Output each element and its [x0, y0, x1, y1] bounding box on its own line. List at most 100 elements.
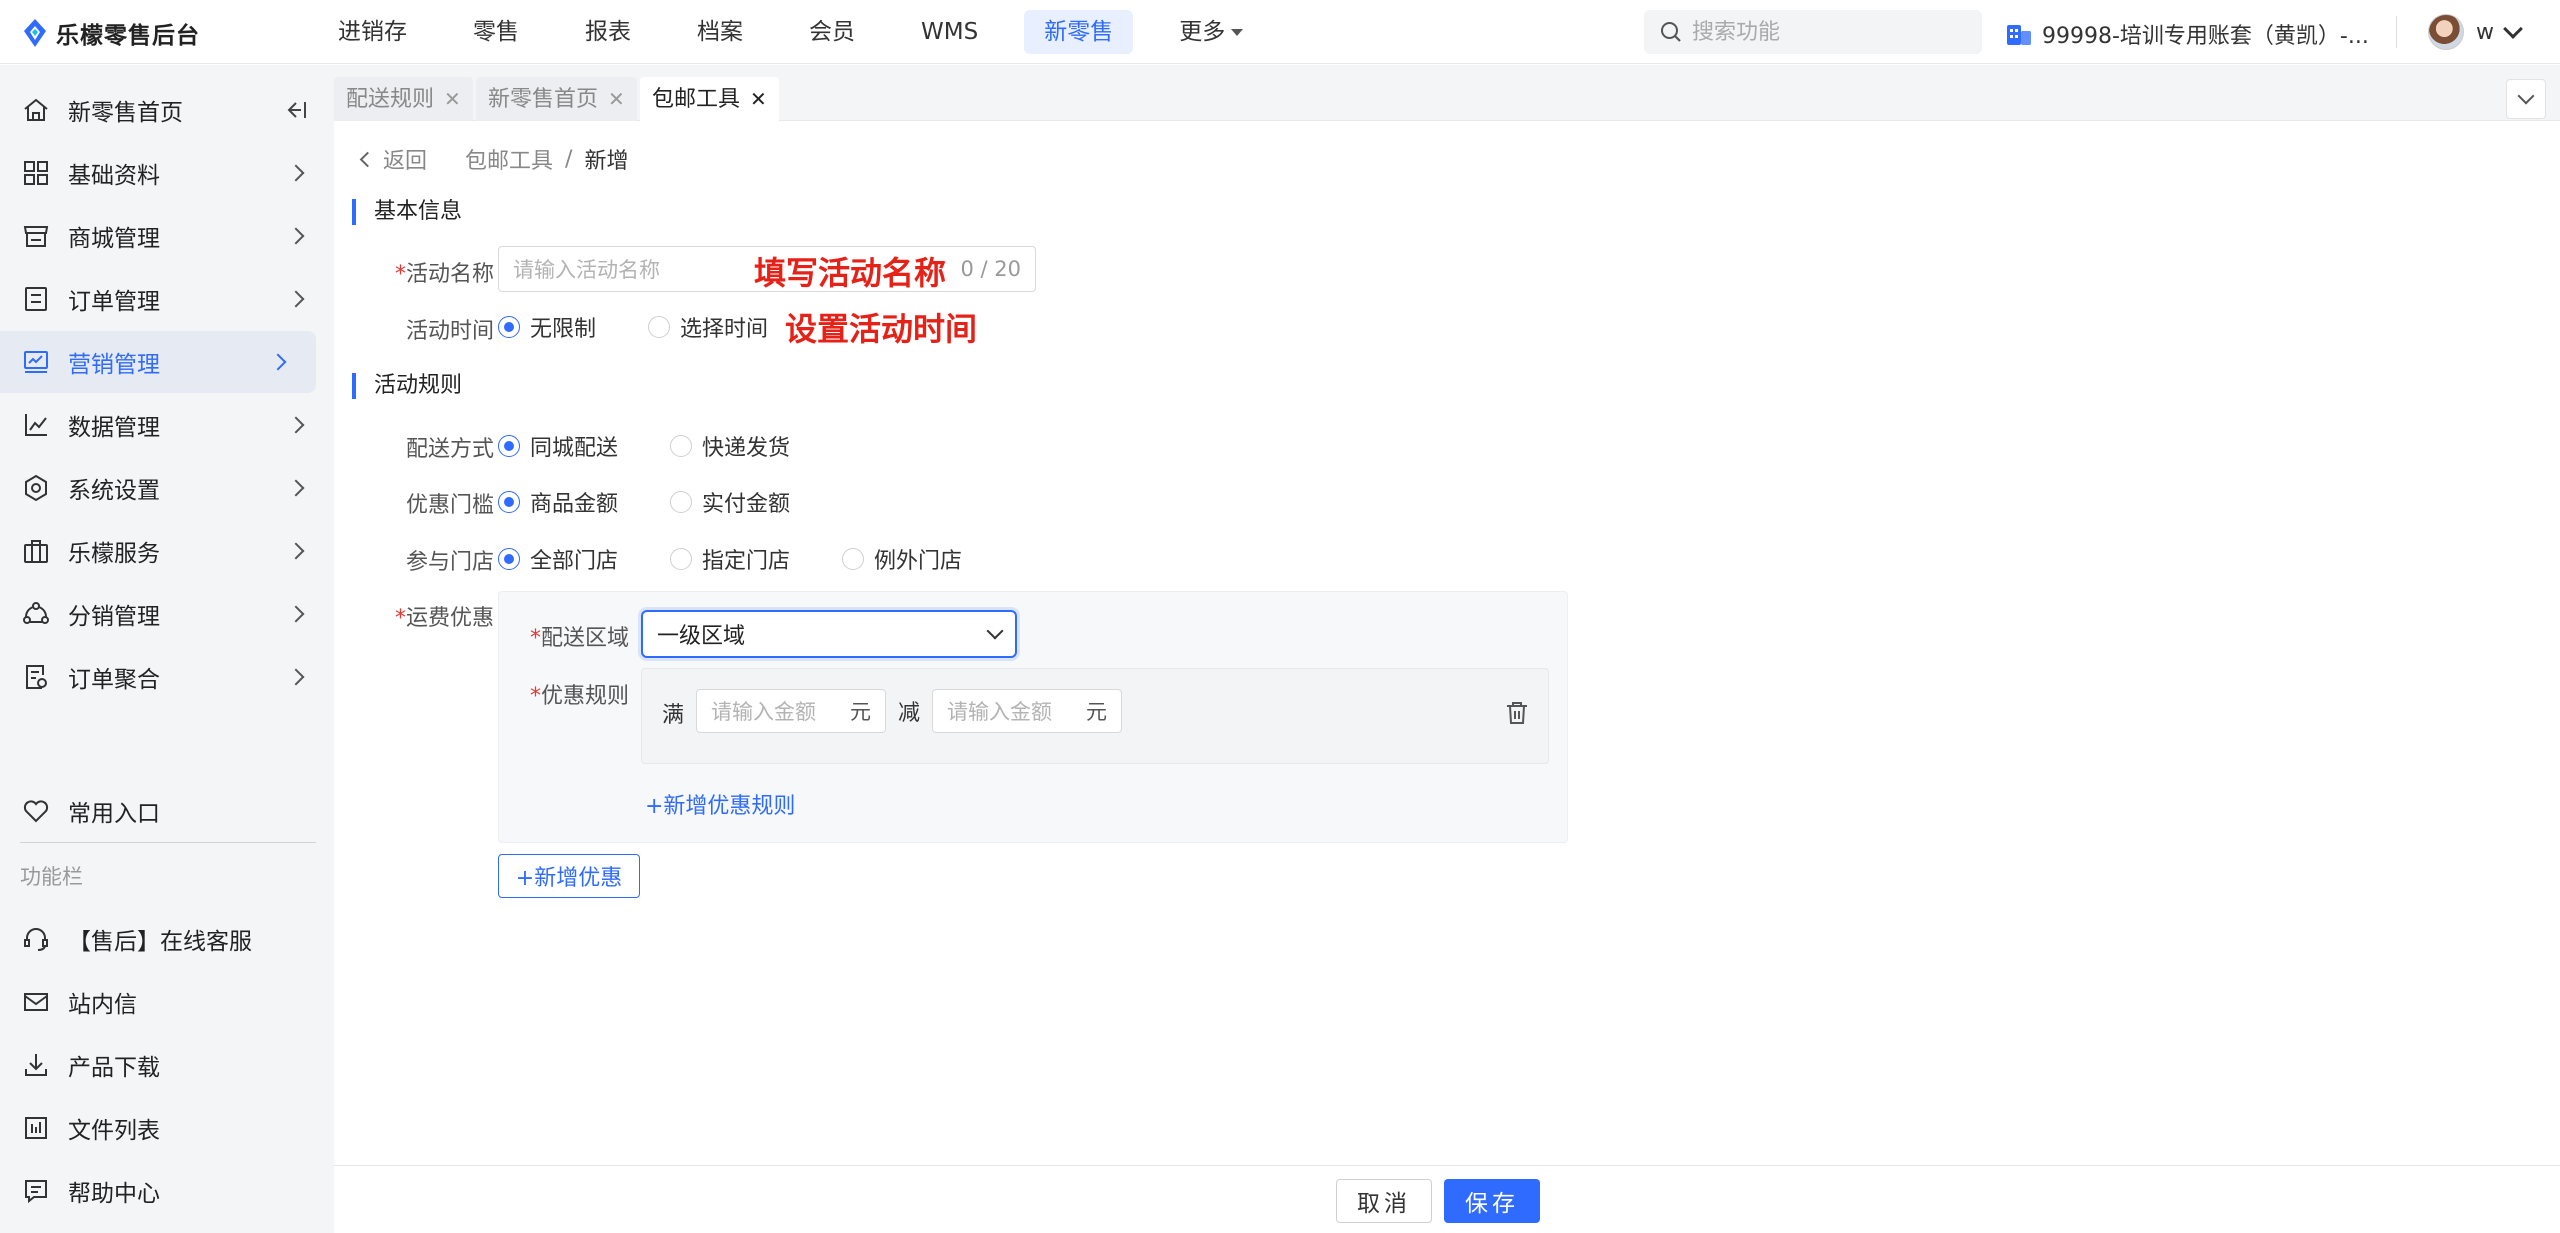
activity-time-radio-group: 无限制 选择时间: [498, 311, 820, 343]
logo-icon: [22, 18, 48, 48]
chevron-down-icon: [2517, 87, 2535, 105]
tab-list-dropdown[interactable]: [2506, 79, 2546, 119]
section-title-rules: 活动规则: [352, 373, 462, 399]
sidebar-tool-customer-service[interactable]: 【售后】在线客服: [0, 908, 334, 970]
minus-label: 减: [898, 701, 921, 726]
user-menu[interactable]: w: [2428, 14, 2523, 50]
back-link[interactable]: 返回: [358, 143, 427, 175]
chart-icon: [20, 409, 52, 441]
mail-icon: [20, 986, 52, 1018]
avatar: [2428, 14, 2464, 50]
download-icon: [20, 1049, 52, 1081]
annotation-activity-time: 设置活动时间: [785, 310, 978, 348]
radio-time-select[interactable]: 选择时间: [648, 311, 768, 343]
sidebar-item-label: 文件列表: [68, 1118, 160, 1144]
tab-new-retail-home[interactable]: 新零售首页 ✕: [476, 77, 637, 121]
radio-label: 例外门店: [874, 549, 963, 574]
tab-label: 配送规则: [346, 87, 435, 112]
radio-threshold-paid-amount[interactable]: 实付金额: [670, 486, 790, 518]
cancel-button[interactable]: 取消: [1336, 1179, 1432, 1223]
radio-threshold-goods-amount[interactable]: 商品金额: [498, 486, 618, 518]
radio-label: 指定门店: [702, 549, 791, 574]
radio-delivery-express[interactable]: 快递发货: [670, 430, 790, 462]
account-switcher[interactable]: 99998-培训专用账套（黄凯）-...: [2006, 18, 2369, 50]
delete-icon[interactable]: [1506, 701, 1528, 725]
full-amount-input[interactable]: 请输入金额 元: [696, 689, 886, 733]
nav-item-archive[interactable]: 档案: [677, 10, 763, 54]
nav-item-reports[interactable]: 报表: [565, 10, 651, 54]
tab-label: 包邮工具: [652, 87, 741, 112]
chevron-down-icon: [986, 622, 1004, 640]
sidebar-item-mall[interactable]: 商城管理: [0, 205, 334, 267]
sidebar-item-distribution[interactable]: 分销管理: [0, 583, 334, 645]
sidebar-item-marketing[interactable]: 营销管理: [0, 331, 316, 393]
chevron-right-icon: [287, 290, 305, 308]
search-input[interactable]: [1692, 19, 1962, 45]
shipping-discount-label: *运费优惠: [394, 606, 494, 631]
nav-item-wms[interactable]: WMS: [901, 10, 998, 54]
breadcrumb-parent[interactable]: 包邮工具: [465, 143, 553, 175]
minus-amount-input[interactable]: 请输入金额 元: [932, 689, 1122, 733]
top-nav: 进销存 零售 报表 档案 会员 WMS 新零售 更多: [318, 10, 1289, 54]
full-amount-unit: 元: [850, 700, 871, 724]
tab-delivery-rules[interactable]: 配送规则 ✕: [334, 77, 473, 121]
home-icon: [20, 94, 52, 126]
user-name: w: [2476, 19, 2494, 45]
close-icon[interactable]: ✕: [750, 87, 767, 111]
radio-stores-all[interactable]: 全部门店: [498, 543, 618, 575]
minus-amount-unit: 元: [1086, 700, 1107, 724]
delivery-area-select[interactable]: 一级区域: [641, 610, 1017, 658]
file-list-icon: [20, 1112, 52, 1144]
search-box[interactable]: [1644, 10, 1982, 54]
caret-down-icon: [1231, 29, 1244, 36]
chevron-left-icon: [359, 151, 376, 167]
chevron-right-icon: [269, 353, 287, 371]
main-content: 返回 包邮工具 / 新增 基本信息 *活动名称 请输入活动名称 0 / 20 填…: [334, 121, 2560, 1165]
collapse-sidebar-icon[interactable]: [286, 100, 308, 120]
add-discount-button[interactable]: +新增优惠: [498, 854, 640, 898]
nav-more-label: 更多: [1179, 19, 1226, 45]
sidebar-item-service[interactable]: 乐檬服务: [0, 520, 334, 582]
sidebar-item-settings[interactable]: 系统设置: [0, 457, 334, 519]
stores-radio-group: 全部门店 指定门店 例外门店: [498, 543, 1014, 575]
tab-free-shipping-tool[interactable]: 包邮工具 ✕: [640, 77, 779, 121]
sidebar-item-label: 基础资料: [68, 163, 160, 189]
chevron-right-icon: [287, 416, 305, 434]
radio-stores-excluded[interactable]: 例外门店: [842, 543, 962, 575]
section-title-basic: 基本信息: [352, 199, 462, 225]
sidebar-tool-messages[interactable]: 站内信: [0, 971, 334, 1033]
radio-dot: [670, 548, 693, 570]
radio-time-unlimited[interactable]: 无限制: [498, 311, 596, 343]
sidebar-item-new-retail-home[interactable]: 新零售首页: [0, 79, 334, 141]
sidebar-item-orders[interactable]: 订单管理: [0, 268, 334, 330]
nav-item-retail[interactable]: 零售: [453, 10, 539, 54]
annotation-activity-name: 填写活动名称: [754, 254, 947, 292]
add-discount-rule-link[interactable]: +新增优惠规则: [645, 788, 795, 820]
nav-item-inventory[interactable]: 进销存: [318, 10, 427, 54]
save-button[interactable]: 保存: [1444, 1179, 1540, 1223]
sidebar-section-label: 功能栏: [20, 865, 83, 889]
nav-item-member[interactable]: 会员: [789, 10, 875, 54]
settings-icon: [20, 472, 52, 504]
nav-item-new-retail[interactable]: 新零售: [1024, 10, 1134, 54]
radio-stores-specified[interactable]: 指定门店: [670, 543, 790, 575]
close-icon[interactable]: ✕: [444, 87, 461, 111]
discount-rule-label: *优惠规则: [529, 684, 629, 709]
sidebar-item-label: 系统设置: [68, 478, 160, 504]
sidebar-item-data[interactable]: 数据管理: [0, 394, 334, 456]
sidebar-common-entry[interactable]: 常用入口: [0, 780, 334, 842]
sidebar-tool-help[interactable]: 帮助中心: [0, 1160, 334, 1222]
chevron-right-icon: [287, 668, 305, 686]
radio-delivery-local[interactable]: 同城配送: [498, 430, 618, 462]
top-bar: 乐檬零售后台 进销存 零售 报表 档案 会员 WMS 新零售 更多 99998-…: [0, 0, 2560, 64]
sidebar-item-basic-data[interactable]: 基础资料: [0, 142, 334, 204]
close-icon[interactable]: ✕: [608, 87, 625, 111]
full-amount-placeholder: 请输入金额: [711, 700, 816, 724]
app-logo[interactable]: 乐檬零售后台: [22, 16, 200, 50]
threshold-radio-group: 商品金额 实付金额: [498, 486, 842, 518]
sidebar-item-order-aggregate[interactable]: 订单聚合: [0, 646, 334, 708]
sidebar-tool-download[interactable]: 产品下载: [0, 1034, 334, 1096]
back-label: 返回: [383, 149, 428, 174]
nav-item-more[interactable]: 更多: [1159, 10, 1263, 54]
sidebar-tool-file-list[interactable]: 文件列表: [0, 1097, 334, 1159]
